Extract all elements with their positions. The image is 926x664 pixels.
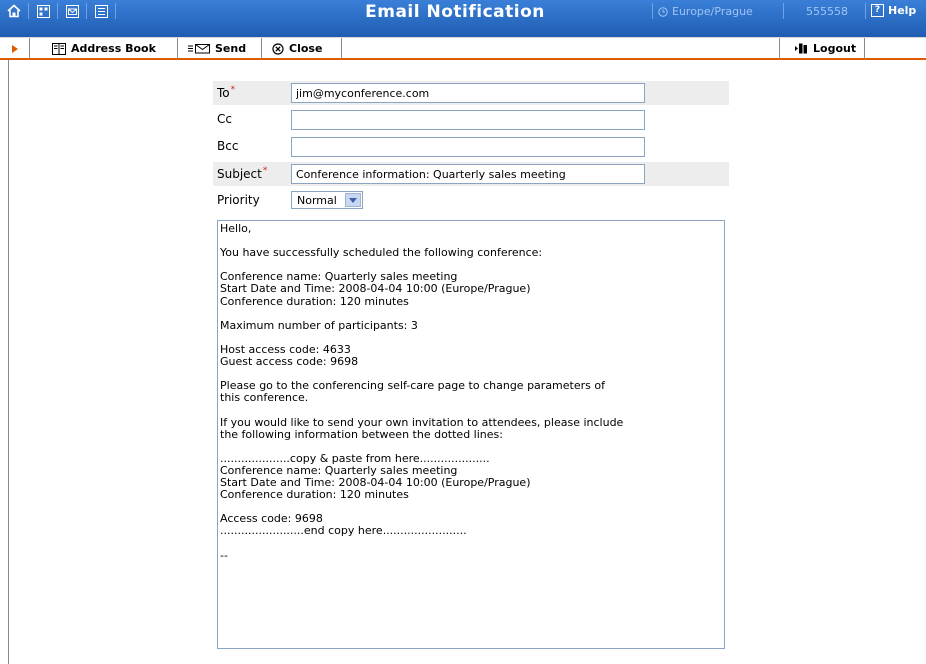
help-icon: ? — [871, 4, 884, 17]
priority-label: Priority — [217, 193, 260, 207]
priority-row: Priority Normal — [213, 189, 729, 213]
close-button[interactable]: Close — [262, 38, 342, 59]
subject-row: Subject* — [213, 162, 729, 186]
close-label: Close — [289, 42, 323, 55]
mail-icon[interactable] — [58, 0, 86, 22]
send-icon — [188, 44, 210, 54]
timezone-label: Europe/Prague — [672, 5, 753, 18]
cc-field[interactable] — [291, 110, 645, 130]
list-icon[interactable] — [87, 0, 115, 22]
subject-field[interactable] — [291, 164, 645, 184]
logout-icon — [795, 43, 807, 54]
grid-icon[interactable] — [29, 0, 57, 22]
book-icon — [52, 42, 66, 55]
address-book-button[interactable]: Address Book — [30, 38, 178, 59]
required-marker: * — [262, 166, 268, 176]
title-bar: Email Notification Europe/Prague 555558 … — [0, 0, 926, 37]
send-button[interactable]: Send — [178, 38, 262, 59]
home-icon[interactable] — [0, 0, 28, 22]
priority-value: Normal — [297, 193, 337, 207]
to-field[interactable] — [291, 83, 645, 103]
help-label: Help — [888, 4, 917, 17]
clock-icon — [658, 6, 668, 17]
priority-select[interactable]: Normal — [291, 191, 363, 209]
page-title: Email Notification — [365, 2, 545, 22]
account-link[interactable]: 555558 — [787, 5, 867, 18]
content-frame-border — [8, 60, 9, 664]
chevron-down-icon[interactable] — [345, 193, 361, 207]
bcc-row: Bcc — [213, 135, 729, 159]
bcc-field[interactable] — [291, 137, 645, 157]
to-row: To* — [213, 81, 729, 105]
help-link[interactable]: ? Help — [871, 4, 926, 17]
close-icon — [272, 42, 284, 55]
cc-row: Cc — [213, 108, 729, 132]
subject-label: Subject — [217, 167, 262, 181]
logout-button[interactable]: Logout — [780, 38, 865, 59]
toolbar-arrow-icon — [0, 38, 30, 59]
bcc-label: Bcc — [217, 139, 239, 153]
logout-label: Logout — [813, 42, 857, 55]
to-label: To — [217, 86, 230, 100]
required-marker: * — [230, 85, 236, 95]
toolbar: Address Book Send Close Logout — [0, 37, 926, 60]
cc-label: Cc — [217, 112, 232, 126]
send-label: Send — [215, 42, 247, 55]
timezone-link[interactable]: Europe/Prague — [658, 5, 783, 18]
address-book-label: Address Book — [71, 42, 156, 55]
message-body[interactable]: Hello, You have successfully scheduled t… — [217, 220, 725, 649]
